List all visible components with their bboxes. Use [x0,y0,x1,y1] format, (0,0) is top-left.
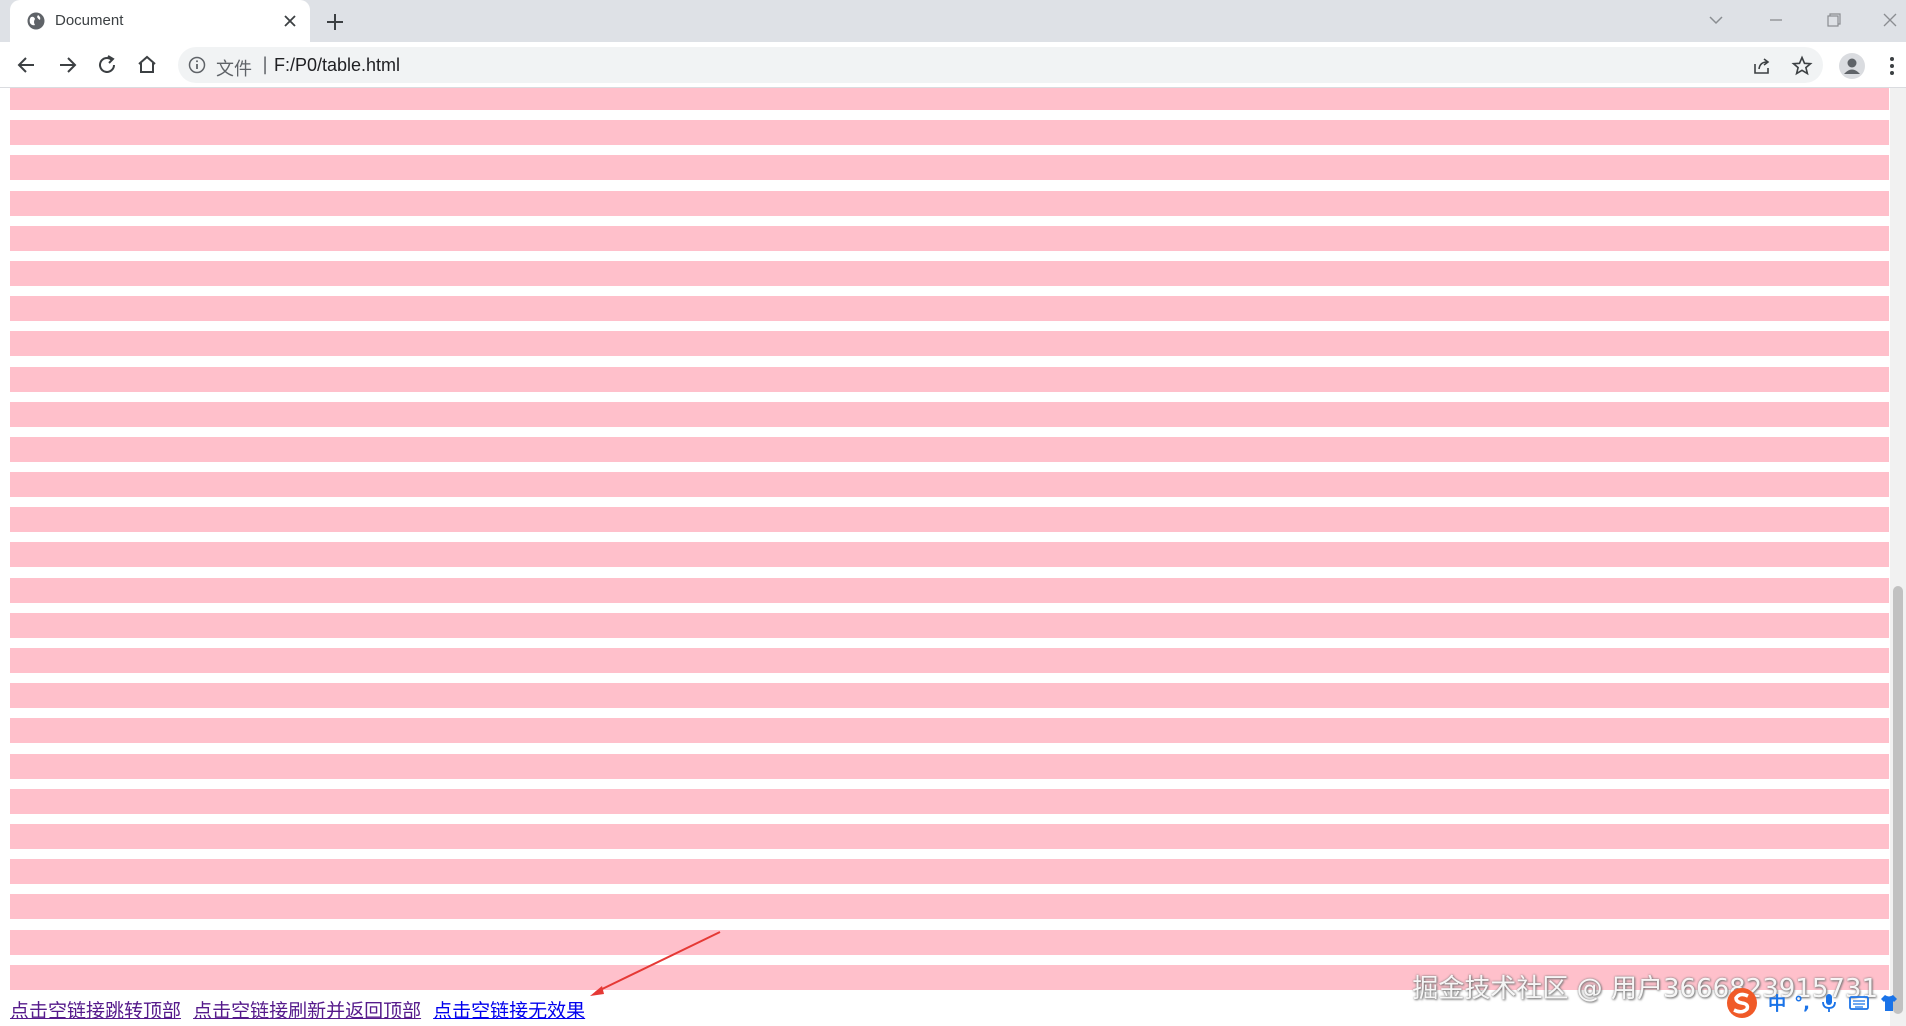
address-bar[interactable]: 文件 | F:/P0/table.html [178,47,1823,83]
link-bar: 点击空链接跳转顶部 点击空链接刷新并返回顶部 点击空链接无效果 [10,996,591,1023]
ime-lang-label[interactable]: 中 [1768,990,1786,1016]
table-row [10,542,1889,568]
table-row [10,260,1889,286]
table-row [10,577,1889,603]
table-row [10,753,1889,779]
table-row [10,788,1889,814]
table-row [10,436,1889,462]
url-separator: | [262,54,269,75]
table-row [10,507,1889,533]
link-jump-top[interactable]: 点击空链接跳转顶部 [10,1000,181,1022]
link-no-effect[interactable]: 点击空链接无效果 [433,1000,585,1022]
table-row [10,648,1889,673]
table-row [10,718,1889,744]
tab-document[interactable]: Document [10,0,310,42]
scrollbar[interactable] [1890,88,1906,1026]
scrollbar-thumb[interactable] [1893,586,1903,1014]
table-row [10,472,1889,498]
annotation-arrow [590,931,721,996]
table-row [10,929,1889,955]
ime-punct-label[interactable]: °, [1794,993,1810,1014]
table-row [10,190,1889,216]
page-viewport: 点击空链接跳转顶部 点击空链接刷新并返回顶部 点击空链接无效果 掘金技术社区 @… [0,88,1906,1026]
profile-icon[interactable] [1838,52,1866,80]
table-row [10,683,1889,709]
table-row [10,859,1889,885]
back-icon[interactable] [14,52,40,78]
minimize-icon[interactable] [1762,8,1790,32]
table-row [10,401,1889,427]
url-text[interactable]: F:/P0/table.html [274,55,400,76]
table-row [10,612,1889,638]
table-rows [10,88,1889,1000]
window-close-icon[interactable] [1876,8,1904,32]
share-icon[interactable] [1751,55,1773,77]
ime-toolbar: 中 °, [1718,986,1906,1020]
toolbar: 文件 | F:/P0/table.html [0,42,1906,88]
restore-icon[interactable] [1819,8,1847,32]
star-icon[interactable] [1791,55,1813,77]
link-refresh-top[interactable]: 点击空链接刷新并返回顶部 [193,1000,421,1022]
mic-icon[interactable] [1818,992,1840,1014]
keyboard-icon[interactable] [1848,992,1870,1014]
table-row [10,155,1889,181]
home-icon[interactable] [134,52,160,78]
menu-icon[interactable] [1878,52,1906,80]
url-scheme-label: 文件 [216,59,252,80]
table-row [10,296,1889,322]
tab-strip: Document [0,0,1906,42]
shirt-icon[interactable] [1878,992,1900,1014]
sogou-logo-icon[interactable] [1724,986,1760,1020]
table-row [10,331,1889,357]
table-row [10,120,1889,146]
info-icon[interactable] [188,56,206,74]
table-row [10,823,1889,849]
table-row [10,88,1889,110]
chevron-down-icon[interactable] [1702,8,1730,32]
reload-icon[interactable] [94,52,120,78]
close-icon[interactable] [280,11,300,31]
table-row [10,366,1889,392]
forward-icon[interactable] [54,52,80,78]
table-row [10,894,1889,920]
tab-title: Document [55,12,124,29]
plus-icon[interactable] [322,9,348,35]
table-row [10,225,1889,251]
globe-icon [27,12,45,30]
